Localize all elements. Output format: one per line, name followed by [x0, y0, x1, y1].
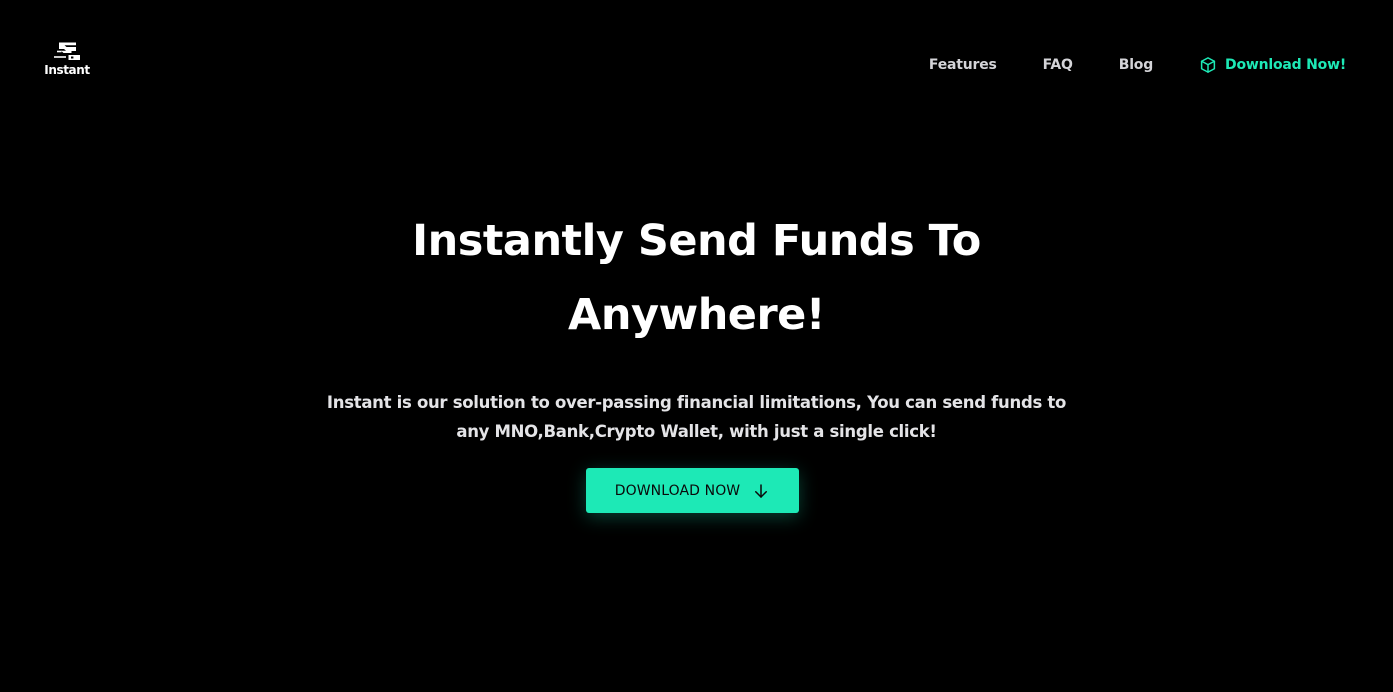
instant-logo-icon — [54, 42, 80, 60]
brand-logo[interactable]: Instant — [42, 40, 92, 77]
page: Instant Features FAQ Blog Download Now! … — [0, 0, 1393, 692]
brand-name: Instant — [44, 63, 90, 77]
hero-section: Instantly Send Funds To Anywhere! Instan… — [0, 204, 1393, 446]
nav-link-features[interactable]: Features — [929, 57, 997, 73]
nav-link-faq[interactable]: FAQ — [1043, 57, 1073, 73]
nav-link-blog[interactable]: Blog — [1119, 57, 1154, 73]
arrow-down-icon — [755, 483, 768, 498]
nav-download-label: Download Now! — [1225, 57, 1346, 73]
cube-icon — [1200, 57, 1216, 73]
download-now-button[interactable]: DOWNLOAD NOW — [586, 468, 799, 513]
main-nav: Features FAQ Blog Download Now! — [929, 54, 1346, 76]
hero-subtitle: Instant is our solution to over-passing … — [326, 393, 1067, 441]
hero-title: Instantly Send Funds To Anywhere! — [412, 216, 981, 340]
download-now-label: DOWNLOAD NOW — [614, 482, 741, 499]
nav-download-button[interactable]: Download Now! — [1199, 56, 1346, 74]
